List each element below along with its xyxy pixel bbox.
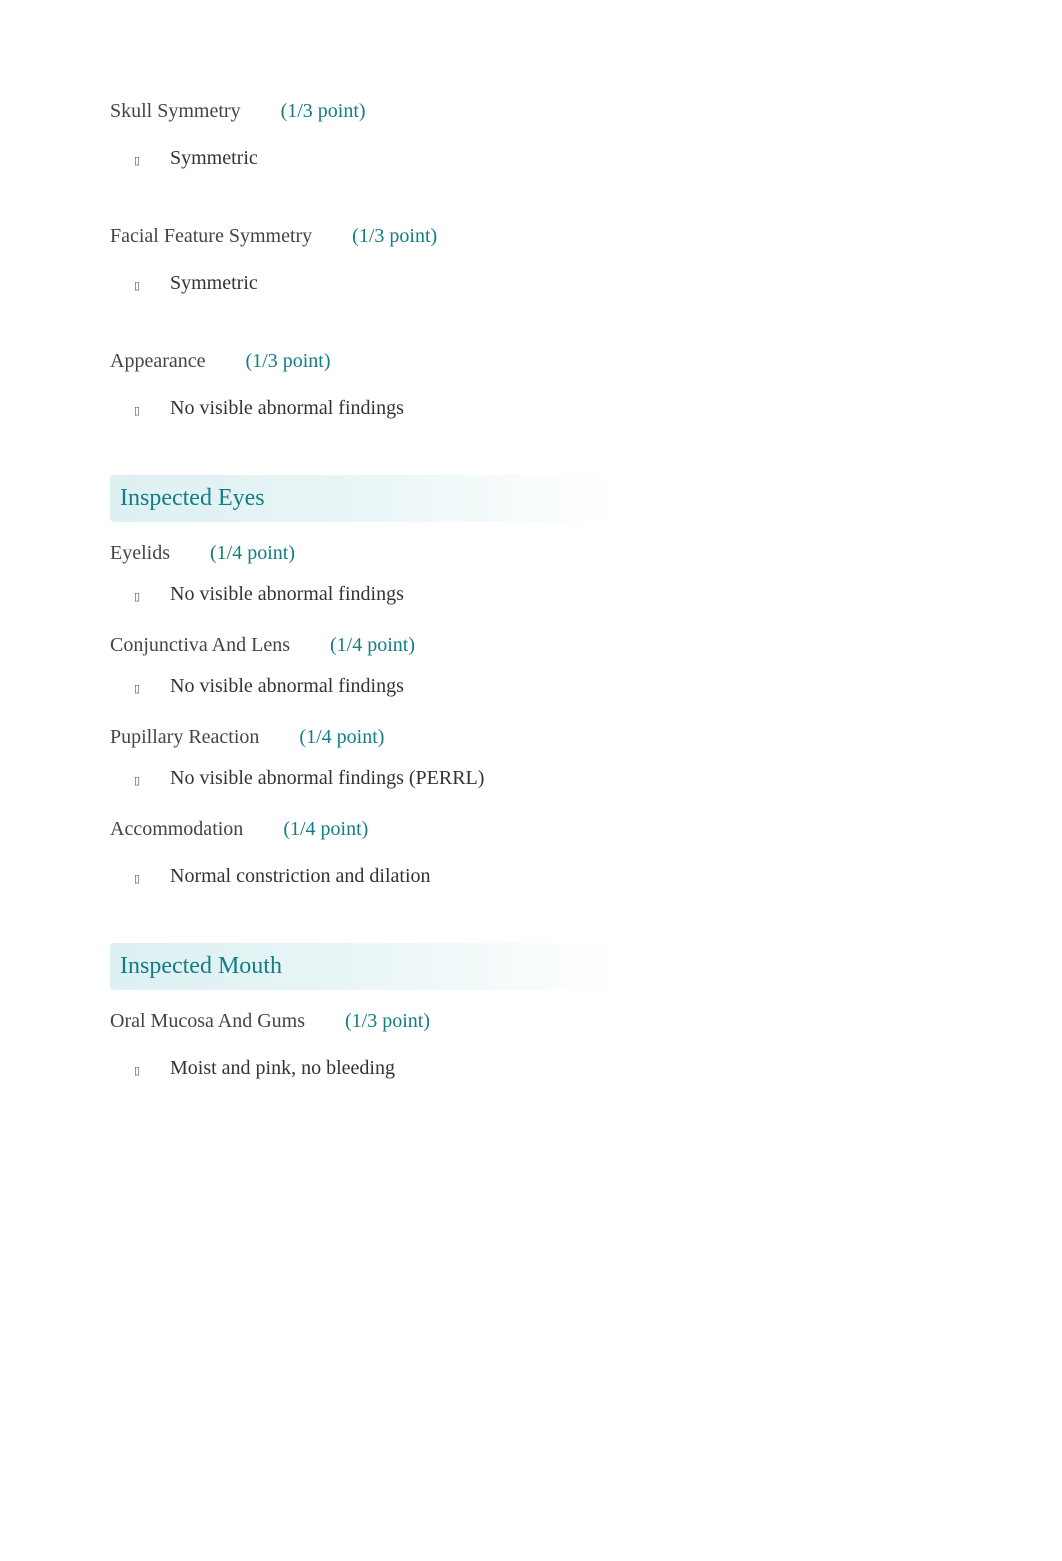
item-points: (1/4 point)	[210, 542, 295, 564]
assessment-item: Facial Feature Symmetry (1/3 point) ▯Symme…	[110, 225, 952, 295]
assessment-item: Eyelids (1/4 point) ▯No visible abnormal f…	[110, 542, 952, 606]
assessment-item: Pupillary Reaction (1/4 point) ▯No visible…	[110, 726, 952, 790]
finding-row: ▯Normal constriction and dilation	[110, 865, 952, 888]
item-label: Accommodation	[110, 818, 243, 840]
item-points: (1/4 point)	[330, 634, 415, 656]
item-header: Accommodation (1/4 point)	[110, 818, 952, 841]
item-points: (1/3 point)	[281, 100, 366, 122]
finding-text: Symmetric	[170, 272, 258, 295]
item-header: Facial Feature Symmetry (1/3 point)	[110, 225, 952, 248]
bullet-icon: ▯	[134, 279, 170, 292]
item-label: Oral Mucosa And Gums	[110, 1010, 305, 1032]
finding-text: No visible abnormal findings	[170, 675, 404, 698]
bullet-icon: ▯	[134, 154, 170, 167]
item-points: (1/3 point)	[345, 1010, 430, 1032]
document-root: Skull Symmetry(1/3 point)▯SymmetricFacia…	[110, 100, 952, 1080]
item-points: (1/4 point)	[299, 726, 384, 748]
item-header: Pupillary Reaction (1/4 point)	[110, 726, 952, 749]
item-label: Appearance	[110, 350, 206, 372]
item-points: (1/4 point)	[283, 818, 368, 840]
item-header: Appearance (1/3 point)	[110, 350, 952, 373]
item-label: Skull Symmetry	[110, 100, 241, 122]
finding-text: Symmetric	[170, 147, 258, 170]
item-label: Conjunctiva And Lens	[110, 634, 290, 656]
bullet-icon: ▯	[134, 774, 170, 787]
bullet-icon: ▯	[134, 682, 170, 695]
item-header: Oral Mucosa And Gums (1/3 point)	[110, 1010, 952, 1033]
finding-row: ▯No visible abnormal findings	[110, 583, 952, 606]
finding-row: ▯Symmetric	[110, 147, 952, 170]
bullet-icon: ▯	[134, 404, 170, 417]
finding-row: ▯No visible abnormal findings	[110, 397, 952, 420]
finding-row: ▯Moist and pink, no bleeding	[110, 1057, 952, 1080]
item-label: Pupillary Reaction	[110, 726, 259, 748]
finding-row: ▯No visible abnormal findings	[110, 675, 952, 698]
section-header: Inspected Eyes	[110, 475, 952, 522]
finding-text: No visible abnormal findings	[170, 397, 404, 420]
assessment-item: Skull Symmetry (1/3 point) ▯Symmetric	[110, 100, 952, 170]
item-points: (1/3 point)	[246, 350, 331, 372]
item-header: Skull Symmetry (1/3 point)	[110, 100, 952, 123]
bullet-icon: ▯	[134, 872, 170, 885]
finding-row: ▯Symmetric	[110, 272, 952, 295]
item-label: Facial Feature Symmetry	[110, 225, 312, 247]
assessment-item: Oral Mucosa And Gums (1/3 point) ▯Moist an…	[110, 1010, 952, 1080]
section: Skull Symmetry(1/3 point)▯SymmetricFacia…	[110, 100, 952, 420]
finding-text: No visible abnormal findings	[170, 583, 404, 606]
assessment-item: Conjunctiva And Lens (1/4 point) ▯No visib…	[110, 634, 952, 698]
section-header: Inspected Mouth	[110, 943, 952, 990]
section: Inspected Mouth Oral Mucosa And Gums (1/3 …	[110, 943, 952, 1080]
finding-text: Normal constriction and dilation	[170, 865, 431, 888]
assessment-item: Appearance (1/3 point) ▯No visible abnorma…	[110, 350, 952, 420]
assessment-item: Accommodation (1/4 point) ▯Normal constric…	[110, 818, 952, 888]
bullet-icon: ▯	[134, 590, 170, 603]
section: Inspected EyesEyelids(1/4 point)▯No visi…	[110, 475, 952, 888]
bullet-icon: ▯	[134, 1064, 170, 1077]
item-header: Eyelids (1/4 point)	[110, 542, 952, 565]
item-header: Conjunctiva And Lens (1/4 point)	[110, 634, 952, 657]
item-label: Eyelids	[110, 542, 170, 564]
item-points: (1/3 point)	[352, 225, 437, 247]
finding-text: No visible abnormal findings (PERRL)	[170, 767, 484, 790]
finding-text: Moist and pink, no bleeding	[170, 1057, 395, 1080]
finding-row: ▯No visible abnormal findings (PERRL)	[110, 767, 952, 790]
